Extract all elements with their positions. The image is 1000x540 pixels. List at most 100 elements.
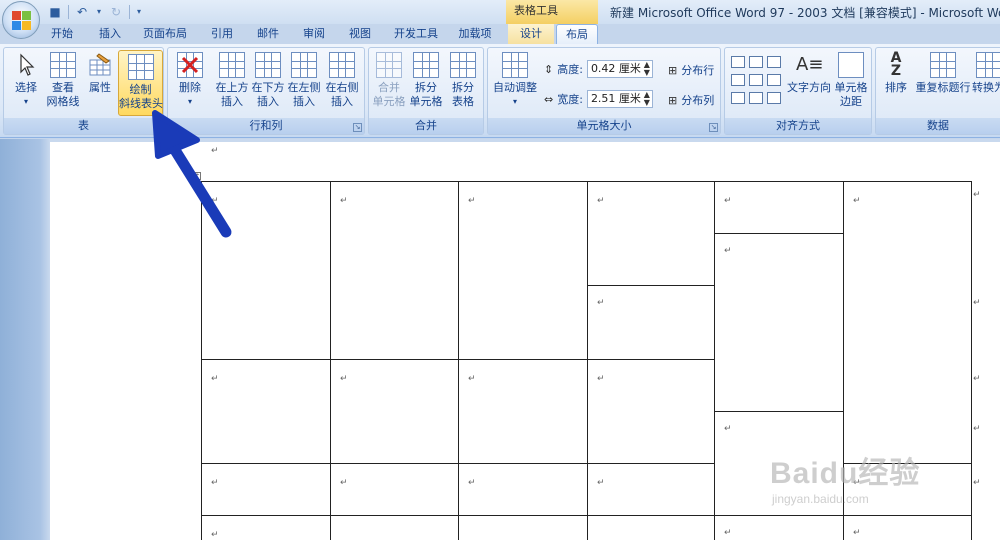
distribute-cols-button[interactable]: ⊞ 分布列 — [668, 92, 714, 108]
align-bottom-center-icon[interactable] — [749, 92, 763, 104]
paragraph-mark: ↵ — [211, 374, 219, 384]
insert-left-label-2: 插入 — [293, 95, 315, 108]
dropdown-arrow-icon: ▾ — [512, 97, 517, 106]
cursor-icon — [13, 52, 39, 78]
grid-icon — [50, 52, 76, 78]
draw-diagonal-label-2: 斜线表头 — [119, 97, 163, 110]
group-rows-columns: 删除 ▾ 在上方 插入 在下方 插入 在左侧 插入 在右侧 插入 行和列 ↘ — [167, 47, 365, 135]
merge-cells-icon — [376, 52, 402, 78]
split-cells-label-2: 单元格 — [409, 95, 443, 108]
align-bottom-left-icon[interactable] — [731, 92, 745, 104]
table-row-line — [714, 233, 843, 234]
paragraph-mark: ↵ — [211, 146, 219, 156]
height-row: ⇕ 高度: 0.42 厘米 ▲ ▼ — [544, 60, 653, 78]
spinner-icon[interactable]: ▲ ▼ — [644, 91, 650, 107]
delete-button[interactable]: 删除 ▾ — [172, 52, 208, 109]
repeat-header-label: 重复标题行 — [915, 81, 971, 94]
autofit-icon — [502, 52, 528, 78]
sort-button[interactable]: AZ 排序 — [880, 50, 912, 95]
qat-customize-icon[interactable]: ▾ — [134, 3, 144, 21]
tab-page-layout[interactable]: 页面布局 — [138, 24, 192, 44]
split-table-icon — [450, 52, 476, 78]
tab-references[interactable]: 引用 — [202, 24, 242, 44]
height-input[interactable]: 0.42 厘米 ▲ ▼ — [586, 60, 653, 78]
table-column-line — [458, 181, 459, 540]
view-gridlines-button[interactable]: 查看 网格线 — [44, 52, 82, 109]
width-input[interactable]: 2.51 厘米 ▲ ▼ — [586, 90, 653, 108]
align-top-center-icon[interactable] — [749, 56, 763, 68]
redo-icon[interactable]: ↻ — [107, 3, 125, 21]
select-button[interactable]: 选择 ▾ — [6, 52, 46, 109]
align-middle-center-icon[interactable] — [749, 74, 763, 86]
dialog-launcher-icon[interactable]: ↘ — [353, 123, 362, 132]
group-alignment-label: 对齐方式 — [725, 118, 871, 134]
insert-left-icon — [291, 52, 317, 78]
insert-right-button[interactable]: 在右侧 插入 — [324, 52, 360, 109]
cell-margins-button[interactable]: 单元格 边距 — [831, 52, 871, 109]
undo-icon[interactable]: ↶ — [73, 3, 91, 21]
insert-right-label-2: 插入 — [331, 95, 353, 108]
tab-design[interactable]: 设计 — [508, 24, 554, 44]
insert-right-label-1: 在右侧 — [325, 81, 359, 94]
group-rows-columns-label: 行和列 — [168, 118, 364, 134]
align-top-left-icon[interactable] — [731, 56, 745, 68]
distribute-rows-label: 分布行 — [681, 64, 715, 77]
convert-icon — [976, 52, 1000, 78]
undo-dropdown-icon[interactable]: ▾ — [95, 3, 103, 21]
sort-icon: AZ — [890, 50, 902, 79]
paragraph-mark: ↵ — [973, 374, 981, 384]
baidu-watermark: Baidu经验 jingyan.baidu.com — [770, 448, 920, 506]
dialog-launcher-icon[interactable]: ↘ — [709, 123, 718, 132]
table-column-line — [587, 181, 588, 540]
tab-mailings[interactable]: 邮件 — [248, 24, 288, 44]
dropdown-arrow-icon: ▾ — [187, 97, 192, 106]
align-top-right-icon[interactable] — [767, 56, 781, 68]
ribbon: 选择 ▾ 查看 网格线 属性 绘制 斜线表头 表 删除 ▾ 在上方 插入 在下方… — [0, 44, 1000, 138]
paragraph-mark: ↵ — [211, 530, 219, 540]
ribbon-tab-row: 开始 插入 页面布局 引用 邮件 审阅 视图 开发工具 加载项 设计 布局 — [0, 24, 1000, 44]
distribute-cols-label: 分布列 — [681, 94, 715, 107]
tab-developer[interactable]: 开发工具 — [388, 24, 444, 44]
insert-left-button[interactable]: 在左侧 插入 — [286, 52, 322, 109]
text-direction-button[interactable]: A≡ 文字方向 — [787, 52, 831, 95]
tab-add-ins[interactable]: 加载项 — [452, 24, 498, 44]
split-cells-icon — [413, 52, 439, 78]
align-middle-left-icon[interactable] — [731, 74, 745, 86]
autofit-label: 自动调整 — [493, 81, 537, 94]
context-tab-group-label: 表格工具 — [506, 0, 598, 24]
save-icon[interactable]: ■ — [46, 3, 64, 21]
insert-above-label-2: 插入 — [221, 95, 243, 108]
convert-button[interactable]: 转换为 — [972, 52, 1000, 95]
split-cells-button[interactable]: 拆分 单元格 — [408, 52, 444, 109]
table-move-handle-icon[interactable]: + — [193, 172, 201, 180]
draw-diagonal-header-button[interactable]: 绘制 斜线表头 — [118, 50, 163, 116]
tab-view[interactable]: 视图 — [340, 24, 380, 44]
group-alignment: A≡ 文字方向 单元格 边距 对齐方式 — [724, 47, 872, 135]
distribute-rows-button[interactable]: ⊞ 分布行 — [668, 62, 714, 78]
merge-cells-label-1: 合并 — [378, 81, 400, 94]
office-button[interactable] — [2, 1, 40, 39]
align-bottom-right-icon[interactable] — [767, 92, 781, 104]
merge-cells-button[interactable]: 合并 单元格 — [371, 52, 407, 109]
spinner-icon[interactable]: ▲ ▼ — [644, 61, 650, 77]
text-direction-icon: A≡ — [796, 54, 824, 75]
table-row-line — [714, 515, 843, 516]
tab-home[interactable]: 开始 — [42, 24, 82, 44]
paragraph-mark: ↵ — [597, 478, 605, 488]
tab-layout[interactable]: 布局 — [556, 24, 598, 44]
group-table-label: 表 — [4, 118, 163, 134]
sort-label: 排序 — [885, 81, 907, 94]
split-table-button[interactable]: 拆分 表格 — [445, 52, 481, 109]
autofit-button[interactable]: 自动调整 ▾ — [490, 52, 540, 109]
insert-below-button[interactable]: 在下方 插入 — [250, 52, 286, 109]
paragraph-mark: ↵ — [973, 298, 981, 308]
properties-label: 属性 — [89, 81, 111, 94]
split-cells-label-1: 拆分 — [415, 81, 437, 94]
insert-above-button[interactable]: 在上方 插入 — [214, 52, 250, 109]
tab-review[interactable]: 审阅 — [294, 24, 334, 44]
align-middle-right-icon[interactable] — [767, 74, 781, 86]
repeat-header-button[interactable]: 重复标题行 — [914, 52, 972, 95]
properties-button[interactable]: 属性 — [82, 52, 118, 95]
tab-insert[interactable]: 插入 — [90, 24, 130, 44]
table-column-line — [714, 181, 715, 540]
